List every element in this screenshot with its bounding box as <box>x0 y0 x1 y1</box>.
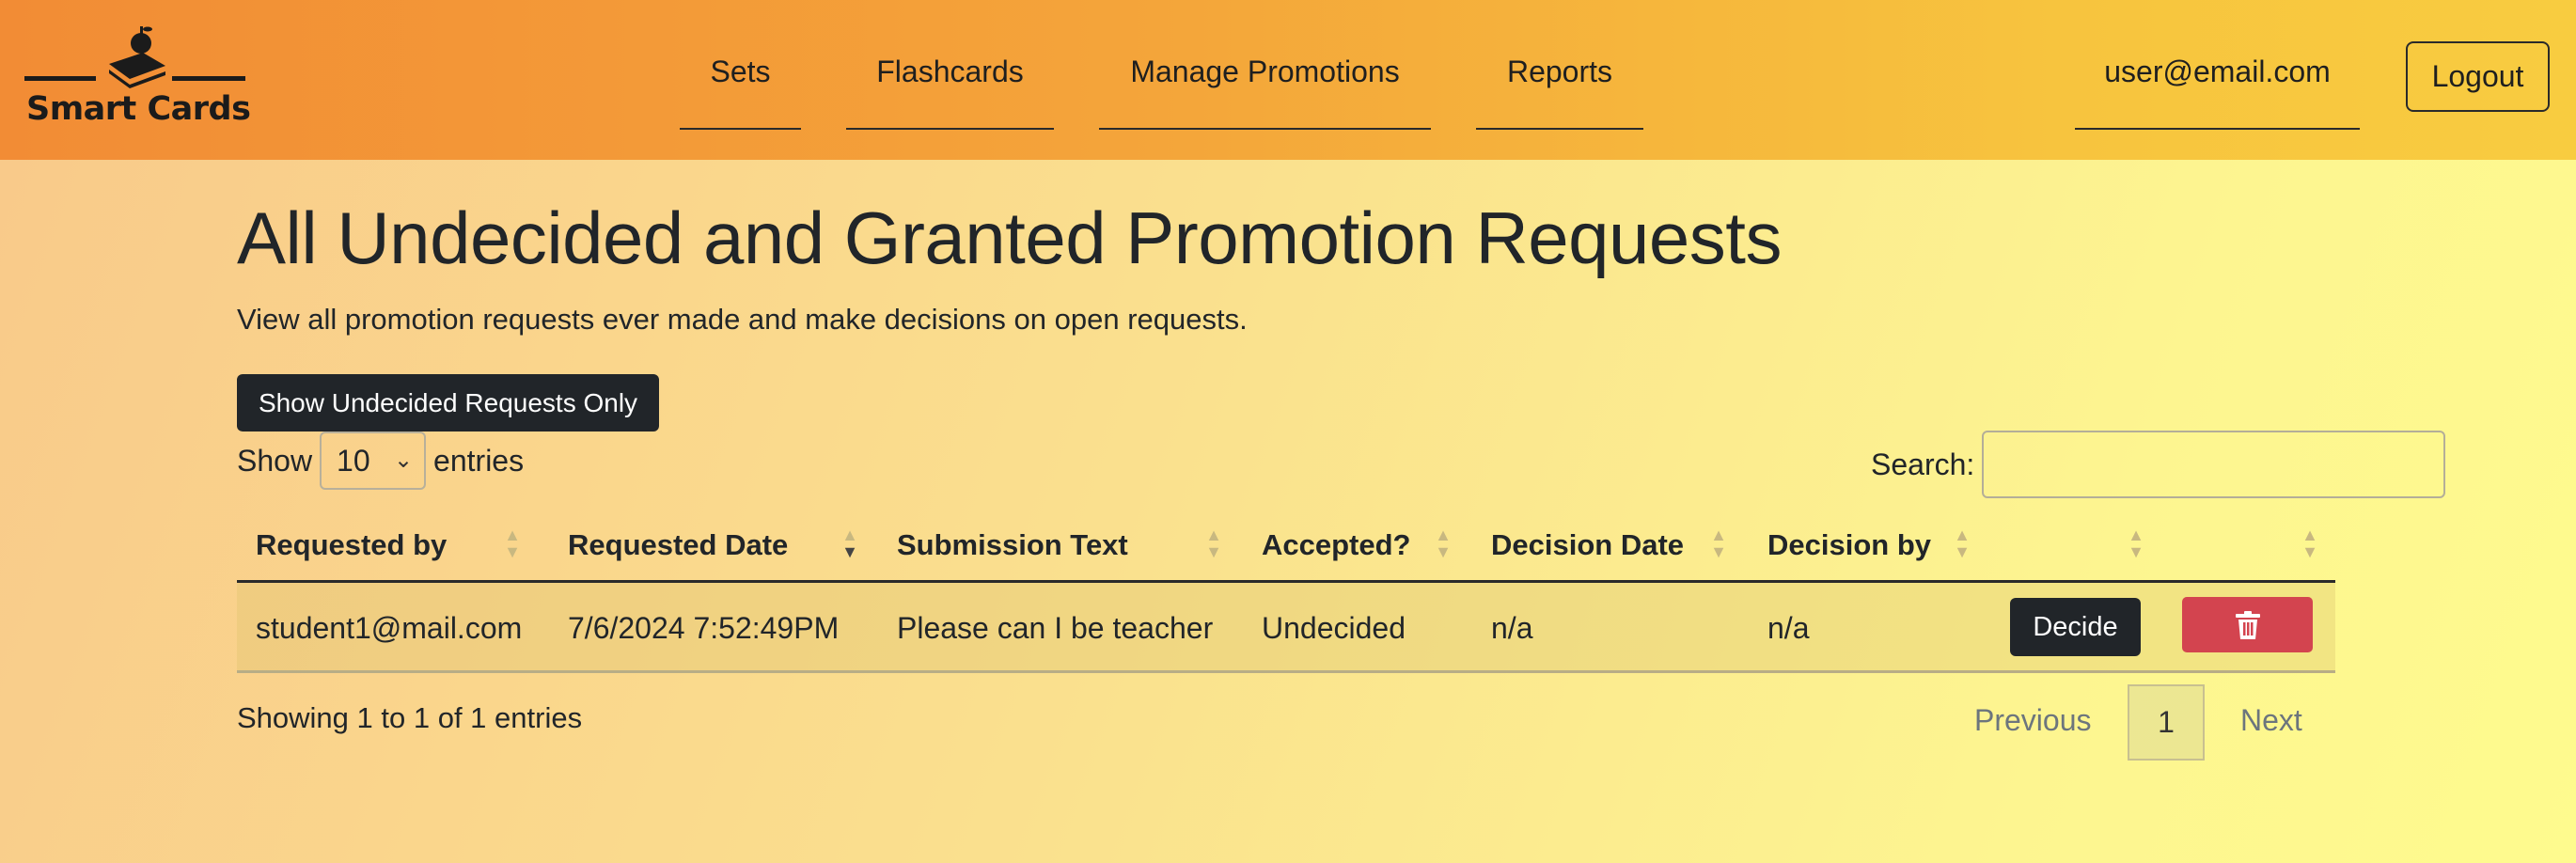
column-label: Submission Text <box>897 528 1128 561</box>
cell-submission-text: Please can I be teacher <box>897 610 1214 645</box>
column-header-decision-by[interactable]: Decision by <box>1767 508 1931 583</box>
pagination-page-1[interactable]: 1 <box>2128 684 2205 761</box>
sort-icon: ▲ ▼ <box>1435 526 1452 561</box>
sort-icon: ▲ ▼ <box>504 526 521 561</box>
column-header-submission-text[interactable]: Submission Text <box>897 508 1128 583</box>
navbar: Smart Cards Sets Flashcards Manage Promo… <box>0 0 2576 160</box>
nav-item-manage-promotions[interactable]: Manage Promotions <box>1099 55 1431 130</box>
page-length-control: Show 10 ⌄ entries <box>237 431 524 491</box>
search-control: Search: <box>1871 431 2446 498</box>
table-header: Requested by ▲ ▼ Requested Date ▲ ▼ Submis… <box>237 508 2335 583</box>
column-label: Accepted? <box>1262 528 1411 561</box>
column-label: Decision Date <box>1491 528 1685 561</box>
nav-item-flashcards[interactable]: Flashcards <box>846 55 1054 130</box>
nav-item-reports[interactable]: Reports <box>1476 55 1643 130</box>
column-header-decision-date[interactable]: Decision Date <box>1491 508 1684 583</box>
book-apple-icon <box>24 26 245 88</box>
decide-button[interactable]: Decide <box>2010 598 2141 656</box>
search-input[interactable] <box>1982 431 2446 498</box>
search-label: Search: <box>1871 447 1975 481</box>
sort-icon: ▲ ▼ <box>1710 526 1727 561</box>
pagination-next[interactable]: Next <box>2240 703 2302 738</box>
entries-label: entries <box>433 443 525 478</box>
page-title: All Undecided and Granted Promotion Requ… <box>237 196 1782 279</box>
page-subtitle: View all promotion requests ever made an… <box>237 303 1248 336</box>
sort-icon: ▲ ▼ <box>2301 526 2318 561</box>
show-undecided-only-button[interactable]: Show Undecided Requests Only <box>237 374 659 432</box>
column-label: Decision by <box>1767 528 1931 561</box>
brand-logo[interactable]: Smart Cards <box>24 24 251 137</box>
column-header-accepted[interactable]: Accepted? <box>1262 508 1410 583</box>
pagination-previous[interactable]: Previous <box>1974 703 2092 738</box>
delete-button[interactable] <box>2182 597 2313 652</box>
chevron-down-icon: ⌄ <box>393 447 414 473</box>
page-length-value: 10 <box>337 443 370 478</box>
table-row: student1@mail.com 7/6/2024 7:52:49PM Ple… <box>237 583 2335 673</box>
show-label: Show <box>237 443 313 478</box>
column-header-requested-by[interactable]: Requested by <box>256 508 447 583</box>
column-label: Requested Date <box>568 528 789 561</box>
brand-name: Smart Cards <box>26 90 251 128</box>
cell-decision-by: n/a <box>1767 610 1810 645</box>
cell-accepted: Undecided <box>1262 610 1406 645</box>
page-length-select[interactable]: 10 ⌄ <box>320 432 427 490</box>
column-label: Requested by <box>256 528 448 561</box>
trash-icon <box>2235 610 2260 639</box>
logout-button[interactable]: Logout <box>2406 41 2550 112</box>
sort-icon: ▲ ▼ <box>1954 526 1971 561</box>
sort-icon: ▲ ▼ <box>1205 526 1222 561</box>
cell-requested-by: student1@mail.com <box>256 610 523 645</box>
nav-item-sets[interactable]: Sets <box>680 55 801 130</box>
column-header-requested-date[interactable]: Requested Date <box>568 508 788 583</box>
table-info: Showing 1 to 1 of 1 entries <box>237 701 583 734</box>
nav-user-email[interactable]: user@email.com <box>2075 55 2360 130</box>
sort-icon: ▲ ▼ <box>2128 526 2144 561</box>
cell-requested-date: 7/6/2024 7:52:49PM <box>568 610 840 645</box>
sort-desc-icon: ▲ ▼ <box>841 526 858 561</box>
cell-decision-date: n/a <box>1491 610 1533 645</box>
